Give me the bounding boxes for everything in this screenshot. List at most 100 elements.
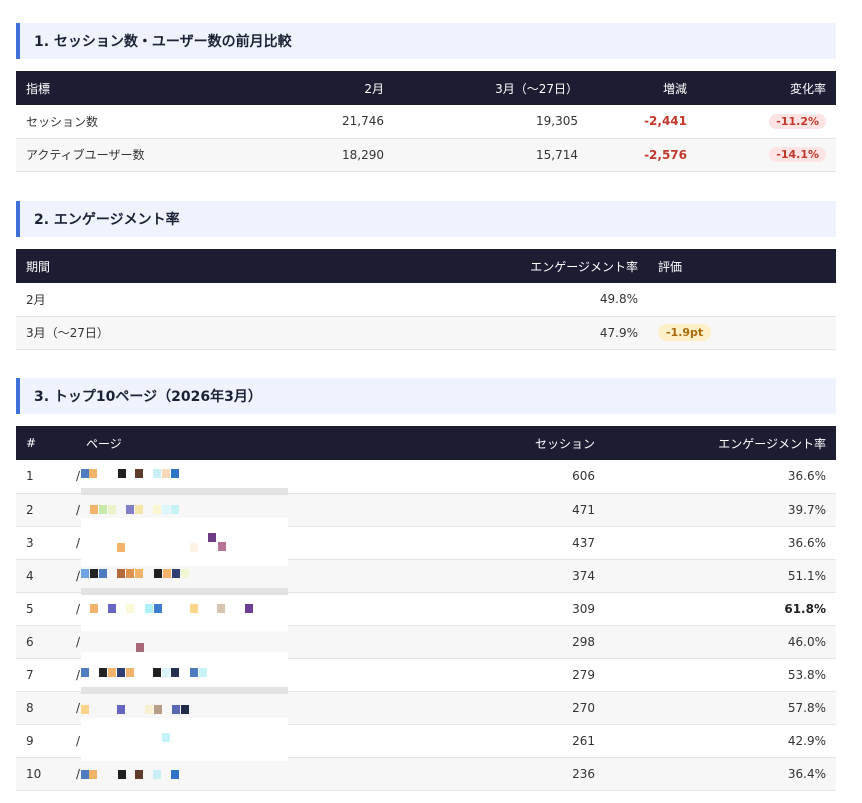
engagement-value: 36.6% [787, 535, 826, 550]
table-row: 9 / 261 42.9% [16, 724, 836, 761]
page-path: / [76, 601, 81, 616]
page-path-cell[interactable]: / [76, 559, 396, 595]
table-row: 2月 49.8% [16, 283, 836, 316]
rank: 10 [26, 766, 42, 781]
page-path-cell[interactable]: / [76, 493, 396, 532]
engagement-value: 61.8% [784, 601, 826, 616]
feb-value: 21,746 [342, 114, 384, 129]
column-header-sessions: セッション [534, 436, 595, 451]
sessions-value: 279 [572, 667, 595, 682]
table-row: 2 / 471 39.7% [16, 493, 836, 532]
rank: 9 [26, 733, 34, 748]
page-path-cell[interactable]: / [76, 691, 396, 732]
table-row: 1 / 606 36.6% [16, 460, 836, 495]
evaluation-badge: -1.9pt [658, 324, 712, 341]
rank: 3 [26, 535, 34, 550]
page-path-cell[interactable]: / [76, 592, 396, 631]
sessions-value: 261 [572, 733, 595, 748]
sessions-value: 309 [572, 601, 595, 616]
table-row: 10 / 236 36.4% [16, 757, 836, 790]
table-row: 7 / 279 53.8% [16, 658, 836, 694]
page-path: / [76, 568, 81, 583]
table-row: 4 / 374 51.1% [16, 559, 836, 595]
period-label: 2月 [26, 292, 46, 307]
engagement-value: 36.6% [787, 469, 826, 484]
section-2-heading: 2. エンゲージメント率 [16, 201, 836, 237]
table-header-row: 指標 2月 3月（〜27日） 増減 変化率 [16, 71, 836, 105]
sessions-value: 606 [572, 469, 595, 484]
table-row: 3 / 437 36.6% [16, 526, 836, 566]
engagement-value: 46.0% [787, 634, 826, 649]
mar-value: 15,714 [536, 147, 578, 162]
sessions-value: 298 [572, 634, 595, 649]
section-2-title: 2. エンゲージメント率 [34, 212, 180, 228]
column-header-page: ページ [86, 436, 122, 451]
column-header-engagement: エンゲージメント率 [530, 259, 638, 274]
feb-value: 18,290 [342, 147, 384, 162]
engagement-value: 49.8% [599, 292, 638, 307]
column-header-rank: # [26, 436, 37, 450]
column-header-diff: 増減 [662, 81, 687, 96]
metric-name: セッション数 [26, 114, 99, 129]
sessions-value: 270 [572, 700, 595, 715]
metric-name: アクティブユーザー数 [26, 148, 145, 162]
rank: 6 [26, 634, 34, 649]
section-3-title: 3. トップ10ページ（2026年3月） [34, 389, 262, 405]
page-path: / [76, 634, 81, 649]
table-row: 5 / 309 61.8% [16, 592, 836, 631]
table-row: 6 / 298 46.0% [16, 625, 836, 666]
engagement-value: 53.8% [787, 667, 826, 682]
page-path: / [76, 667, 81, 682]
engagement-value: 42.9% [787, 733, 826, 748]
column-header-rate: 変化率 [789, 81, 826, 96]
page-path-cell[interactable]: / [76, 658, 396, 694]
change-rate-badge: -14.1% [769, 147, 826, 162]
mar-value: 19,305 [536, 114, 578, 129]
page-path: / [76, 733, 81, 748]
rank: 8 [26, 700, 34, 715]
change-rate-badge: -11.2% [769, 113, 826, 129]
diff-value: -2,441 [644, 114, 687, 129]
rank: 1 [26, 469, 34, 484]
engagement-value: 36.4% [787, 766, 826, 781]
column-header-period: 期間 [26, 259, 51, 274]
top-pages-table: # ページ セッション エンゲージメント率 1 / 606 36.6% 2 / … [16, 426, 836, 791]
table-row: 3月（〜27日） 47.9% -1.9pt [16, 316, 836, 349]
section-3-heading: 3. トップ10ページ（2026年3月） [16, 378, 836, 414]
table-header-row: # ページ セッション エンゲージメント率 [16, 426, 836, 460]
sessions-value: 471 [572, 502, 595, 517]
column-header-feb: 2月 [364, 81, 384, 96]
sessions-value: 374 [572, 568, 595, 583]
table-row: 8 / 270 57.8% [16, 691, 836, 732]
page-path: / [76, 700, 81, 715]
rank: 7 [26, 667, 34, 682]
evaluation-cell [648, 283, 836, 316]
page-path-cell[interactable]: / [76, 625, 396, 666]
column-header-metric: 指標 [26, 81, 51, 96]
rank: 2 [26, 502, 34, 517]
table-row: アクティブユーザー数 18,290 15,714 -2,576 -14.1% [16, 138, 836, 171]
table-header-row: 期間 エンゲージメント率 評価 [16, 249, 836, 283]
table-row: セッション数 21,746 19,305 -2,441 -11.2% [16, 105, 836, 138]
diff-value: -2,576 [644, 147, 687, 162]
page-path-cell[interactable]: / [76, 724, 396, 761]
period-label: 3月（〜27日） [26, 326, 109, 340]
page-path: / [76, 502, 81, 517]
page-path: / [76, 535, 81, 550]
column-header-evaluation: 評価 [658, 259, 683, 274]
rank: 5 [26, 601, 34, 616]
engagement-value: 51.1% [787, 568, 826, 583]
sessions-value: 437 [572, 535, 595, 550]
engagement-value: 39.7% [787, 502, 826, 517]
engagement-value: 57.8% [787, 700, 826, 715]
page-path-cell[interactable]: / [76, 526, 396, 566]
page-path-cell[interactable]: / [76, 757, 396, 790]
engagement-value: 47.9% [599, 325, 638, 340]
page-path-cell[interactable]: / [76, 460, 396, 495]
column-header-engagement: エンゲージメント率 [718, 436, 826, 451]
rank: 4 [26, 568, 34, 583]
sessions-value: 236 [572, 766, 595, 781]
session-user-comparison-table: 指標 2月 3月（〜27日） 増減 変化率 セッション数 21,746 19,3… [16, 71, 836, 172]
section-1-heading: 1. セッション数・ユーザー数の前月比較 [16, 23, 836, 59]
column-header-mar: 3月（〜27日） [495, 81, 578, 96]
